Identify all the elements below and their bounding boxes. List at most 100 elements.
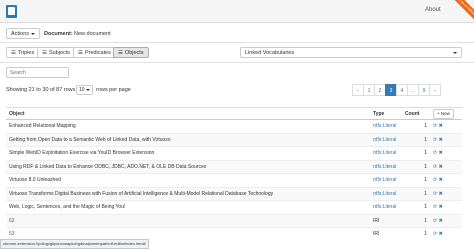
vocab-label: Linked Vocabularies: [245, 49, 295, 56]
object-cell[interactable]: Using RDF & Linked Data to Enhance ODBC,…: [6, 159, 370, 174]
count-cell: 1: [402, 213, 430, 228]
delete-icon[interactable]: ✖: [439, 191, 443, 197]
delete-icon[interactable]: ✖: [439, 218, 443, 224]
edit-icon[interactable]: ⟳: [433, 204, 437, 210]
count-cell: 1: [402, 159, 430, 174]
object-cell[interactable]: 62: [6, 213, 370, 228]
objects-table: Object Type Count + New Enhanced Relatio…: [6, 107, 462, 241]
header-count[interactable]: Count: [402, 107, 430, 120]
header-new-cell: + New: [430, 107, 462, 120]
status-bar-url: chrome-extension://pdlogcgkpchcoeapkcbgd…: [0, 239, 149, 249]
row-actions: ⟳ ✖: [430, 227, 462, 241]
tab-triples[interactable]: ☰ Triples: [6, 47, 40, 58]
count-cell: 1: [402, 132, 430, 147]
page-next[interactable]: ›: [429, 84, 441, 96]
about-link[interactable]: About: [425, 7, 441, 13]
type-cell[interactable]: rdfs:Literal: [370, 173, 402, 187]
chevron-down-icon: [453, 51, 457, 54]
type-cell[interactable]: IRI: [370, 213, 402, 228]
list-icon: ☰: [42, 49, 47, 56]
tab-label: Triples: [17, 49, 35, 56]
table-row: Virtuoso 8.0 Unleashed rdfs:Literal 1 ⟳ ✖: [6, 173, 462, 187]
header-object[interactable]: Object: [6, 107, 370, 120]
list-icon: ☰: [11, 49, 16, 56]
object-cell[interactable]: Getting from Open Data to a Semantic Web…: [6, 132, 370, 147]
tab-label: Subjects: [48, 49, 71, 56]
divider: [0, 62, 474, 63]
rows-per-page-label: rows per page: [96, 87, 131, 93]
edit-icon[interactable]: ⟳: [433, 137, 437, 143]
row-actions: ⟳ ✖: [430, 159, 462, 174]
row-actions: ⟳ ✖: [430, 146, 462, 160]
actions-label: Actions: [11, 30, 30, 37]
github-ribbon[interactable]: Fork me on GitHub: [446, 0, 474, 24]
list-icon: ☰: [118, 49, 123, 56]
object-cell[interactable]: Virtuoso 8.0 Unleashed: [6, 173, 370, 187]
linked-vocabularies-select[interactable]: Linked Vocabularies: [240, 47, 462, 58]
row-actions: ⟳ ✖: [430, 186, 462, 201]
divider: [0, 42, 474, 43]
count-cell: 1: [402, 227, 430, 241]
count-cell: 1: [402, 186, 430, 201]
tab-predicates[interactable]: ☰ Predicates: [73, 47, 116, 58]
delete-icon[interactable]: ✖: [439, 164, 443, 170]
row-actions: ⟳ ✖: [430, 132, 462, 147]
count-cell: 1: [402, 119, 430, 133]
page-size-select[interactable]: 10: [76, 85, 93, 95]
count-cell: 1: [402, 146, 430, 160]
object-cell[interactable]: Enhanced Relational Mapping: [6, 119, 370, 133]
row-actions: ⟳ ✖: [430, 119, 462, 133]
object-cell[interactable]: Web, Logic, Sentences, and the Magic of …: [6, 200, 370, 214]
chevron-down-icon: [86, 89, 90, 91]
actions-dropdown[interactable]: Actions: [6, 28, 41, 39]
document-label: Document:: [44, 31, 73, 37]
count-cell: 1: [402, 200, 430, 214]
edit-icon[interactable]: ⟳: [433, 191, 437, 197]
table-header-row: Object Type Count + New: [6, 107, 462, 120]
type-cell[interactable]: rdfs:Literal: [370, 119, 402, 133]
row-actions: ⟳ ✖: [430, 173, 462, 187]
delete-icon[interactable]: ✖: [439, 137, 443, 143]
tab-label: Predicates: [84, 49, 111, 56]
page-size-value: 10: [79, 87, 85, 93]
showing-rows-text: Showing 21 to 30 of 87 rows: [6, 87, 76, 93]
type-cell[interactable]: IRI: [370, 227, 402, 241]
delete-icon[interactable]: ✖: [439, 123, 443, 129]
edit-icon[interactable]: ⟳: [433, 150, 437, 156]
object-cell[interactable]: Simple WebID Exploitation Exercise via Y…: [6, 146, 370, 160]
delete-icon[interactable]: ✖: [439, 231, 443, 237]
type-cell[interactable]: rdfs:Literal: [370, 159, 402, 174]
delete-icon[interactable]: ✖: [439, 150, 443, 156]
edit-icon[interactable]: ⟳: [433, 123, 437, 129]
table-row: Enhanced Relational Mapping rdfs:Literal 1…: [6, 119, 462, 133]
pagination: ‹ 1 2 3 4 ... 9 ›: [352, 84, 441, 96]
type-cell[interactable]: rdfs:Literal: [370, 186, 402, 201]
delete-icon[interactable]: ✖: [439, 177, 443, 183]
header-type[interactable]: Type: [370, 107, 402, 120]
new-button[interactable]: + New: [433, 108, 454, 119]
edit-icon[interactable]: ⟳: [433, 231, 437, 237]
table-row: 62 IRI 1 ⟳ ✖: [6, 213, 462, 228]
object-cell[interactable]: Virtuoso Transforms Digital Business wit…: [6, 186, 370, 201]
edit-icon[interactable]: ⟳: [433, 177, 437, 183]
delete-icon[interactable]: ✖: [439, 204, 443, 210]
search-input[interactable]: [6, 67, 69, 78]
top-navbar: About Fork me on GitHub: [0, 0, 474, 24]
tab-label: Objects: [124, 49, 144, 56]
table-row: Web, Logic, Sentences, and the Magic of …: [6, 200, 462, 214]
type-cell[interactable]: rdfs:Literal: [370, 132, 402, 147]
table-row: Using RDF & Linked Data to Enhance ODBC,…: [6, 159, 462, 174]
tab-objects[interactable]: ☰ Objects: [113, 47, 149, 58]
list-icon: ☰: [78, 49, 83, 56]
app-logo-icon: [6, 5, 17, 18]
table-row: Simple WebID Exploitation Exercise via Y…: [6, 146, 462, 160]
tab-subjects[interactable]: ☰ Subjects: [37, 47, 76, 58]
edit-icon[interactable]: ⟳: [433, 164, 437, 170]
type-cell[interactable]: rdfs:Literal: [370, 200, 402, 214]
table-row: Getting from Open Data to a Semantic Web…: [6, 132, 462, 147]
count-cell: 1: [402, 173, 430, 187]
row-actions: ⟳ ✖: [430, 213, 462, 228]
row-actions: ⟳ ✖: [430, 200, 462, 214]
edit-icon[interactable]: ⟳: [433, 218, 437, 224]
type-cell[interactable]: rdfs:Literal: [370, 146, 402, 160]
